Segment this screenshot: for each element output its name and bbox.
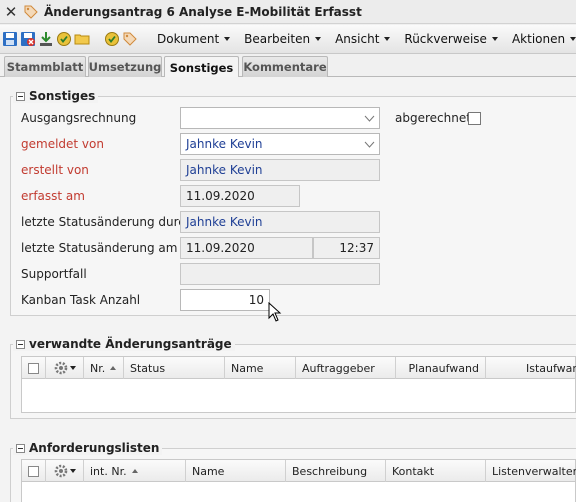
sonstiges-legend[interactable]: Sonstiges bbox=[13, 89, 99, 103]
gemeldet-von-label: gemeldet von bbox=[21, 137, 104, 151]
status-durch-label: letzte Statusänderung durch bbox=[21, 215, 193, 229]
gear-icon bbox=[54, 464, 67, 478]
col-planaufwand[interactable]: Planaufwand bbox=[396, 357, 486, 379]
supportfall-field bbox=[180, 263, 380, 285]
chevron-down-icon[interactable] bbox=[359, 108, 379, 128]
select-all-cell bbox=[22, 357, 46, 379]
col-beschreibung[interactable]: Beschreibung bbox=[286, 460, 386, 482]
menu-dokument[interactable]: Dokument bbox=[150, 28, 237, 50]
sort-asc-icon bbox=[131, 469, 138, 473]
select-all-checkbox[interactable] bbox=[28, 362, 39, 374]
toolbar: Dokument Bearbeiten Ansicht Rückverweise… bbox=[0, 25, 576, 54]
select-all-cell bbox=[22, 460, 46, 482]
col-nr[interactable]: Nr. bbox=[84, 357, 124, 379]
anforderungslisten-legend[interactable]: Anforderungslisten bbox=[13, 441, 163, 455]
folder-icon[interactable] bbox=[74, 28, 90, 50]
col-status[interactable]: Status bbox=[124, 357, 225, 379]
tab-umsetzung[interactable]: Umsetzung bbox=[88, 56, 162, 77]
gemeldet-von-select[interactable]: Jahnke Kevin bbox=[180, 133, 380, 155]
kanban-input[interactable]: 10 bbox=[180, 289, 270, 311]
menu-bearbeiten[interactable]: Bearbeiten bbox=[237, 28, 328, 50]
sort-asc-icon bbox=[110, 366, 117, 370]
status-am-time-field: 12:37 bbox=[313, 237, 380, 259]
status-am-date-field: 11.09.2020 bbox=[180, 237, 313, 259]
menu-aktionen[interactable]: Aktionen bbox=[505, 28, 576, 50]
kanban-label: Kanban Task Anzahl bbox=[21, 293, 141, 307]
tag-icon bbox=[22, 0, 40, 24]
erstellt-von-label: erstellt von bbox=[21, 163, 89, 177]
select-all-checkbox[interactable] bbox=[28, 465, 39, 477]
collapse-icon[interactable] bbox=[16, 91, 25, 101]
col-auftraggeber[interactable]: Auftraggeber bbox=[296, 357, 396, 379]
chevron-down-icon bbox=[69, 469, 76, 473]
chevron-down-icon bbox=[224, 37, 231, 41]
col-istaufwand[interactable]: Istaufwand bbox=[486, 357, 576, 379]
collapse-icon[interactable] bbox=[16, 339, 25, 349]
col-listenverwalter[interactable]: Listenverwalter bbox=[486, 460, 576, 482]
chevron-down-icon bbox=[491, 37, 498, 41]
refresh-icon[interactable] bbox=[104, 28, 120, 50]
col-name[interactable]: Name bbox=[225, 357, 296, 379]
mouse-cursor-icon bbox=[268, 302, 282, 322]
chevron-down-icon bbox=[384, 37, 391, 41]
status-durch-field: Jahnke Kevin bbox=[180, 211, 380, 233]
chevron-down-icon bbox=[570, 37, 576, 41]
erfasst-am-field: 11.09.2020 bbox=[180, 185, 300, 207]
grid-settings-button[interactable] bbox=[46, 357, 84, 379]
tab-content: Sonstiges Ausgangsrechnung abgerechnet g… bbox=[0, 77, 576, 502]
save-icon[interactable] bbox=[2, 28, 18, 50]
gear-icon bbox=[54, 361, 67, 375]
abgerechnet-checkbox[interactable] bbox=[468, 112, 481, 125]
anforderungslisten-grid: int. Nr. Name Beschreibung Kontakt Liste… bbox=[21, 459, 576, 502]
col-kontakt[interactable]: Kontakt bbox=[386, 460, 486, 482]
status-am-label: letzte Statusänderung am bbox=[21, 241, 178, 255]
delete-icon[interactable] bbox=[20, 28, 36, 50]
ausgangsrechnung-label: Ausgangsrechnung bbox=[21, 111, 137, 125]
grid-header: int. Nr. Name Beschreibung Kontakt Liste… bbox=[22, 460, 576, 482]
chevron-down-icon bbox=[69, 366, 76, 370]
close-icon[interactable]: ✕ bbox=[0, 0, 22, 24]
tab-stammblatt[interactable]: Stammblatt bbox=[4, 56, 86, 77]
title-bar: ✕ Änderungsantrag 6 Analyse E-Mobilität … bbox=[0, 0, 576, 24]
chevron-down-icon[interactable] bbox=[359, 134, 379, 154]
abgerechnet-label: abgerechnet bbox=[395, 111, 471, 125]
col-name[interactable]: Name bbox=[186, 460, 286, 482]
verwandte-legend[interactable]: verwandte Änderungsanträge bbox=[13, 337, 235, 351]
window-title: Änderungsantrag 6 Analyse E-Mobilität Er… bbox=[44, 4, 362, 19]
ausgangsrechnung-select[interactable] bbox=[180, 107, 380, 129]
confirm-icon[interactable] bbox=[56, 28, 72, 50]
collapse-icon[interactable] bbox=[16, 443, 25, 453]
grid-header: Nr. Status Name Auftraggeber Planaufwand… bbox=[22, 357, 576, 379]
col-int-nr[interactable]: int. Nr. bbox=[84, 460, 186, 482]
grid-settings-button[interactable] bbox=[46, 460, 84, 482]
menu-ansicht[interactable]: Ansicht bbox=[328, 28, 397, 50]
menu-rueckverweise[interactable]: Rückverweise bbox=[397, 28, 505, 50]
erfasst-am-label: erfasst am bbox=[21, 189, 85, 203]
tab-sonstiges[interactable]: Sonstiges bbox=[164, 56, 239, 78]
supportfall-label: Supportfall bbox=[21, 267, 87, 281]
tag-icon[interactable] bbox=[122, 28, 138, 50]
tab-kommentare[interactable]: Kommentare bbox=[242, 56, 328, 77]
chevron-down-icon bbox=[315, 37, 322, 41]
erstellt-von-field: Jahnke Kevin bbox=[180, 159, 380, 181]
tab-bar: Stammblatt Umsetzung Sonstiges Kommentar… bbox=[0, 55, 576, 78]
verwandte-grid: Nr. Status Name Auftraggeber Planaufwand… bbox=[21, 356, 576, 413]
download-icon[interactable] bbox=[38, 28, 54, 50]
